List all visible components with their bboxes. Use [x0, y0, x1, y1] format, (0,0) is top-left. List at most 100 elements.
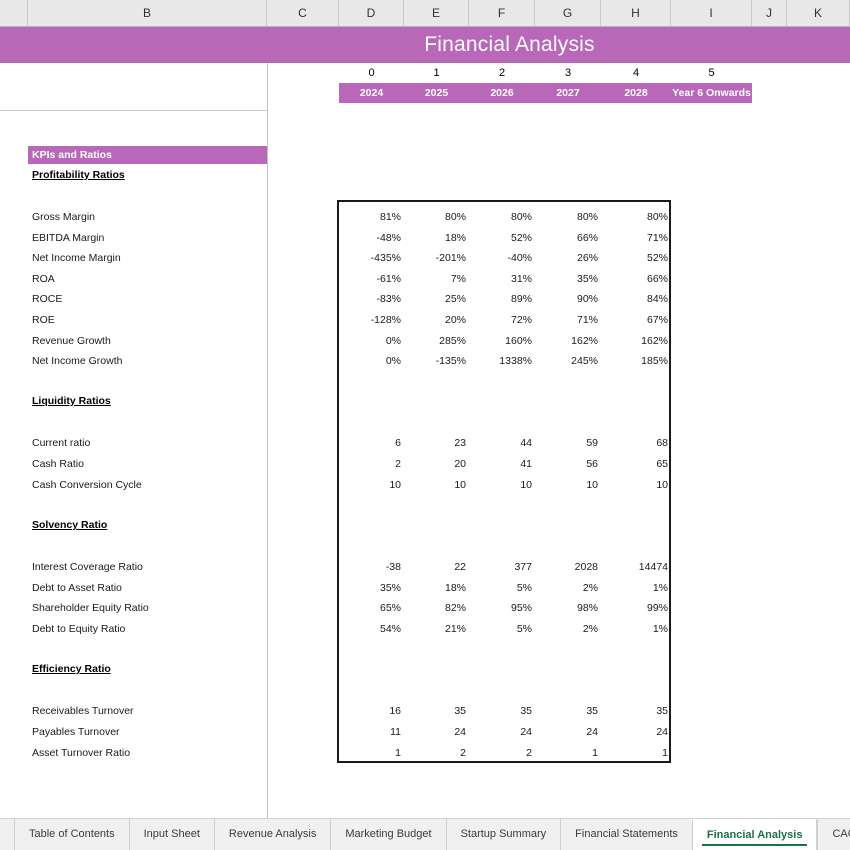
cell-value[interactable]: 20 [404, 457, 469, 471]
period-index-0[interactable]: 0 [339, 64, 404, 82]
cell-value[interactable]: 35 [601, 704, 671, 718]
row-label-shareholder-equity-ratio[interactable]: Shareholder Equity Ratio [32, 601, 149, 615]
cell-value[interactable]: 245% [535, 354, 601, 368]
cell-value[interactable]: 65% [339, 601, 404, 615]
row-label-cash-ratio[interactable]: Cash Ratio [32, 457, 84, 471]
column-header-k[interactable]: K [787, 0, 850, 26]
row-label-current-ratio[interactable]: Current ratio [32, 436, 90, 450]
column-header-i[interactable]: I [671, 0, 752, 26]
cell-value[interactable]: 81% [339, 210, 404, 224]
column-header-c[interactable]: C [267, 0, 339, 26]
row-label-roce[interactable]: ROCE [32, 292, 62, 306]
cell-value[interactable]: 24 [601, 725, 671, 739]
cell-value[interactable]: 1 [339, 746, 404, 760]
row-label-receivables-turnover[interactable]: Receivables Turnover [32, 704, 134, 718]
cell-value[interactable]: 67% [601, 313, 671, 327]
cell-value[interactable]: -201% [404, 251, 469, 265]
cell-value[interactable]: 162% [535, 334, 601, 348]
cell-value[interactable]: 44 [469, 436, 535, 450]
cell-value[interactable]: 52% [469, 231, 535, 245]
column-header-b[interactable]: B [28, 0, 267, 26]
cell-value[interactable]: 0% [339, 334, 404, 348]
row-label-debt-to-asset-ratio[interactable]: Debt to Asset Ratio [32, 581, 122, 595]
cell-value[interactable]: 35% [535, 272, 601, 286]
cell-value[interactable]: 162% [601, 334, 671, 348]
cell-value[interactable]: 35 [535, 704, 601, 718]
cell-value[interactable]: 2 [469, 746, 535, 760]
sheet-tab-financial-statements[interactable]: Financial Statements [560, 819, 692, 850]
cell-value[interactable]: -128% [339, 313, 404, 327]
cell-value[interactable]: -61% [339, 272, 404, 286]
sheet-tab-input-sheet[interactable]: Input Sheet [128, 819, 214, 850]
column-header-d[interactable]: D [339, 0, 404, 26]
cell-value[interactable]: 99% [601, 601, 671, 615]
cell-value[interactable]: 1% [601, 581, 671, 595]
sheet-tab-cac-cl[interactable]: CAC - Cl [817, 819, 850, 850]
cell-value[interactable]: 95% [469, 601, 535, 615]
cell-value[interactable]: 26% [535, 251, 601, 265]
row-label-net-income-margin[interactable]: Net Income Margin [32, 251, 121, 265]
cell-value[interactable]: 7% [404, 272, 469, 286]
column-header-h[interactable]: H [601, 0, 671, 26]
cell-value[interactable]: -435% [339, 251, 404, 265]
cell-value[interactable]: -48% [339, 231, 404, 245]
sheet-tab-revenue-analysis[interactable]: Revenue Analysis [213, 819, 331, 850]
cell-value[interactable]: 52% [601, 251, 671, 265]
cell-value[interactable]: 71% [535, 313, 601, 327]
cell-value[interactable]: 14474 [601, 560, 671, 574]
cell-value[interactable]: 377 [469, 560, 535, 574]
year-header-2025[interactable]: 2025 [404, 83, 469, 103]
year-header-2028[interactable]: 2028 [601, 83, 671, 103]
row-label-asset-turnover-ratio[interactable]: Asset Turnover Ratio [32, 746, 130, 760]
cell-value[interactable]: 10 [469, 478, 535, 492]
cell-value[interactable]: 71% [601, 231, 671, 245]
column-header-j[interactable]: J [752, 0, 787, 26]
row-label-interest-coverage-ratio[interactable]: Interest Coverage Ratio [32, 560, 143, 574]
cell-value[interactable]: 35 [469, 704, 535, 718]
cell-value[interactable]: 285% [404, 334, 469, 348]
cell-value[interactable]: 56 [535, 457, 601, 471]
cell-value[interactable]: 2028 [535, 560, 601, 574]
row-label-roa[interactable]: ROA [32, 272, 55, 286]
cell-value[interactable]: 82% [404, 601, 469, 615]
cell-value[interactable]: 18% [404, 581, 469, 595]
cell-value[interactable]: 16 [339, 704, 404, 718]
row-label-roe[interactable]: ROE [32, 313, 55, 327]
cell-value[interactable]: 23 [404, 436, 469, 450]
cell-value[interactable]: 25% [404, 292, 469, 306]
column-header-e[interactable]: E [404, 0, 469, 26]
sheet-tab-marketing-budget[interactable]: Marketing Budget [330, 819, 446, 850]
sheet-tab-startup-summary[interactable]: Startup Summary [445, 819, 561, 850]
cell-value[interactable]: 1338% [469, 354, 535, 368]
cell-value[interactable]: 2 [339, 457, 404, 471]
cell-value[interactable]: 10 [601, 478, 671, 492]
cell-value[interactable]: 72% [469, 313, 535, 327]
cell-value[interactable]: -83% [339, 292, 404, 306]
sheet-tab-financial-analysis[interactable]: Financial Analysis [691, 819, 818, 850]
cell-value[interactable]: 1 [535, 746, 601, 760]
year-header-2027[interactable]: 2027 [535, 83, 601, 103]
row-label-debt-to-equity-ratio[interactable]: Debt to Equity Ratio [32, 622, 125, 636]
cell-value[interactable]: 80% [535, 210, 601, 224]
cell-value[interactable]: 65 [601, 457, 671, 471]
cell-value[interactable]: 0% [339, 354, 404, 368]
period-index-1[interactable]: 1 [404, 64, 469, 82]
row-label-net-income-growth[interactable]: Net Income Growth [32, 354, 122, 368]
cell-value[interactable]: 84% [601, 292, 671, 306]
sheet-tab-table-of-contents[interactable]: Table of Contents [14, 819, 129, 850]
column-header-g[interactable]: G [535, 0, 601, 26]
cell-value[interactable]: 24 [535, 725, 601, 739]
cell-value[interactable]: 80% [601, 210, 671, 224]
cell-value[interactable]: 10 [339, 478, 404, 492]
cell-value[interactable]: 35 [404, 704, 469, 718]
cell-value[interactable]: 80% [469, 210, 535, 224]
cell-value[interactable]: 24 [469, 725, 535, 739]
cell-value[interactable]: 2% [535, 581, 601, 595]
cell-value[interactable]: 54% [339, 622, 404, 636]
cell-value[interactable]: 160% [469, 334, 535, 348]
cell-value[interactable]: 18% [404, 231, 469, 245]
cell-value[interactable]: 41 [469, 457, 535, 471]
cell-value[interactable]: -135% [404, 354, 469, 368]
cell-value[interactable]: 1 [601, 746, 671, 760]
cell-value[interactable]: 80% [404, 210, 469, 224]
